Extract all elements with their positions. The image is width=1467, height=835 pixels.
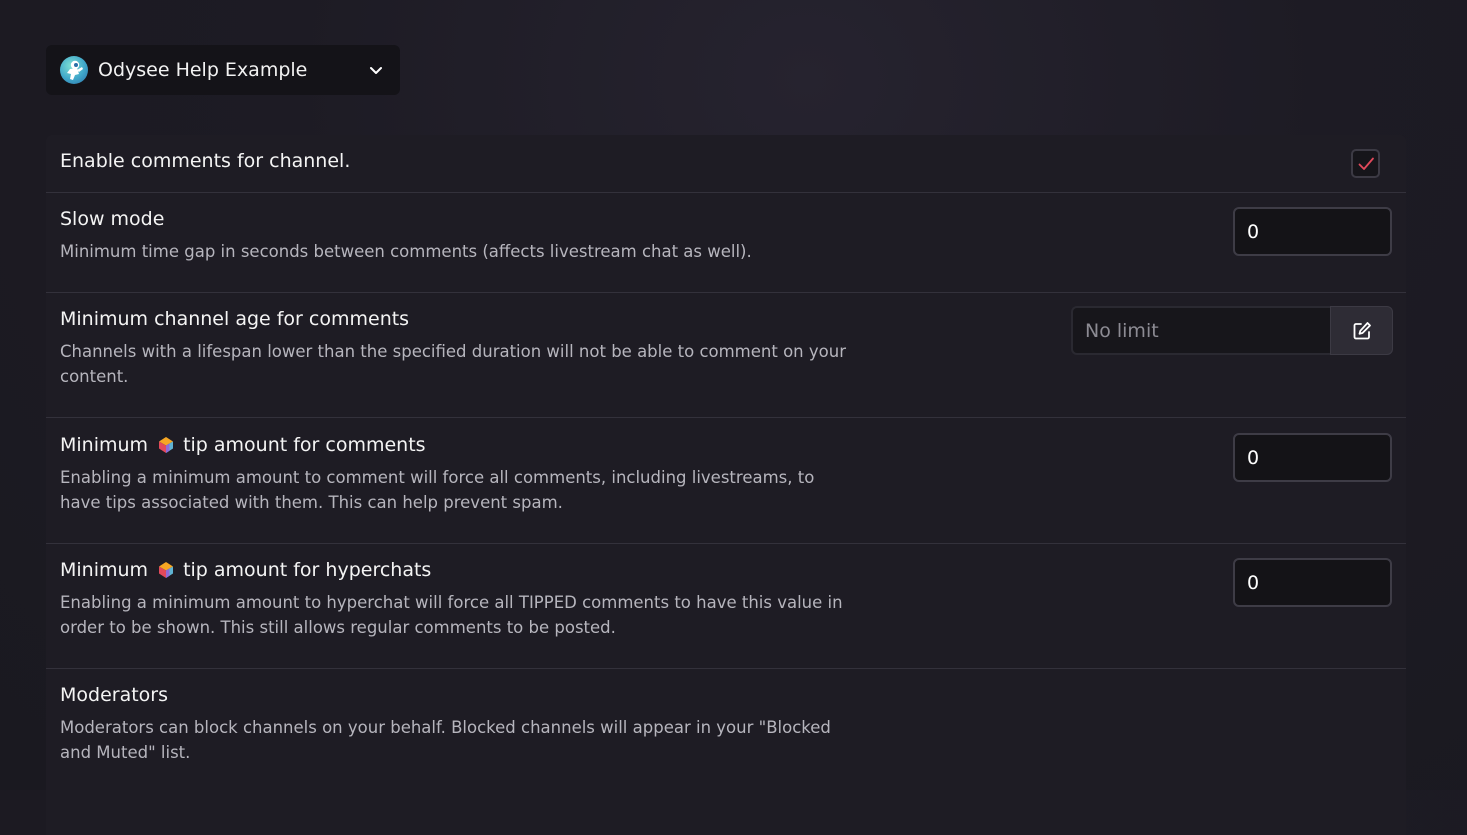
spaceman-avatar-icon — [60, 56, 88, 84]
min-channel-age-input[interactable] — [1071, 306, 1330, 355]
enable-comments-label: Enable comments for channel. — [60, 150, 351, 172]
enable-comments-checkbox[interactable] — [1351, 149, 1380, 178]
comment-settings-card: Enable comments for channel. Slow mode M… — [46, 135, 1406, 835]
slow-mode-description: Minimum time gap in seconds between comm… — [60, 242, 752, 261]
slow-mode-row: Slow mode Minimum time gap in seconds be… — [46, 193, 1406, 293]
chevron-down-icon — [370, 67, 382, 74]
enable-comments-row: Enable comments for channel. — [46, 135, 1406, 193]
edit-icon — [1353, 321, 1371, 339]
min-tip-hyperchats-row: Minimum tip amount for hyperchats Enabli… — [46, 544, 1406, 669]
check-icon — [1358, 157, 1374, 170]
min-tip-hyperchats-description: Enabling a minimum amount to hyperchat w… — [60, 593, 843, 637]
min-tip-comments-input[interactable] — [1233, 433, 1392, 482]
min-channel-age-title: Minimum channel age for comments — [60, 308, 410, 330]
slow-mode-title: Slow mode — [60, 208, 165, 230]
moderators-title: Moderators — [60, 684, 169, 706]
min-tip-comments-title: Minimum tip amount for comments — [60, 434, 426, 456]
min-channel-age-description: Channels with a lifespan lower than the … — [60, 342, 846, 386]
min-tip-comments-row: Minimum tip amount for comments Enabling… — [46, 418, 1406, 544]
channel-selector[interactable]: Odysee Help Example — [46, 45, 400, 95]
edit-channel-age-button[interactable] — [1330, 306, 1393, 355]
lbc-credits-icon — [159, 437, 174, 453]
min-tip-comments-description: Enabling a minimum amount to comment wil… — [60, 468, 815, 512]
lbc-credits-icon — [159, 562, 174, 578]
moderators-description: Moderators can block channels on your be… — [60, 718, 831, 762]
min-tip-hyperchats-title: Minimum tip amount for hyperchats — [60, 559, 432, 581]
min-tip-hyperchats-input[interactable] — [1233, 558, 1392, 607]
slow-mode-input[interactable] — [1233, 207, 1392, 256]
channel-name: Odysee Help Example — [98, 59, 308, 81]
moderators-row: Moderators Moderators can block channels… — [46, 669, 1406, 799]
